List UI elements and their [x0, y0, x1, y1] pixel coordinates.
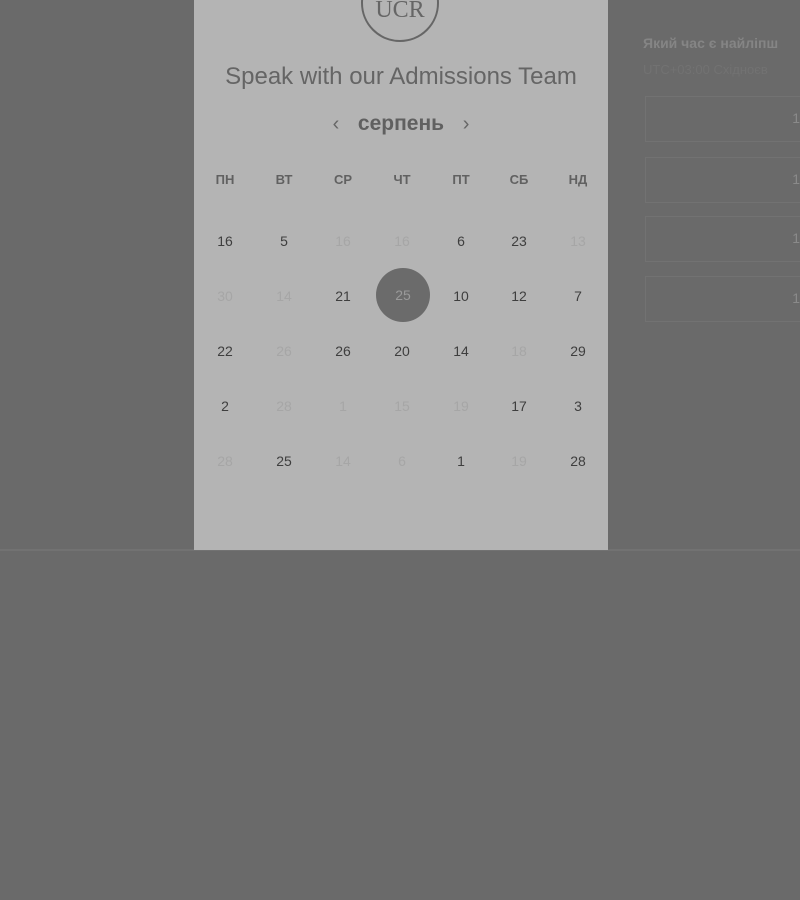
calendar-day[interactable]: 28 [558, 451, 598, 471]
weekday-label: ЧТ [393, 172, 411, 187]
calendar-day: 16 [335, 233, 351, 249]
calendar-day: 30 [217, 288, 233, 304]
calendar-title: Speak with our Admissions Team [225, 63, 577, 90]
calendar-day-selected[interactable]: 25 [383, 285, 423, 305]
weekday-label: ВТ [275, 172, 293, 187]
calendar-day[interactable]: 10 [441, 286, 481, 306]
calendar-day[interactable]: 26 [323, 341, 363, 361]
time-slot[interactable]: 1 [645, 157, 800, 203]
calendar-day: 14 [335, 453, 351, 469]
calendar-day: 1 [339, 398, 347, 414]
calendar-day[interactable]: 22 [205, 341, 245, 361]
time-slot[interactable]: 1 [645, 96, 800, 142]
calendar-day[interactable]: 2 [205, 396, 245, 416]
calendar-day: 26 [276, 343, 292, 359]
time-question: Який час є найліпш [643, 35, 779, 51]
calendar-day[interactable]: 6 [441, 231, 481, 251]
logo-text: UCR [375, 0, 425, 23]
calendar-day[interactable]: 12 [499, 286, 539, 306]
calendar-day: 19 [453, 398, 469, 414]
calendar-day[interactable]: 20 [382, 341, 422, 361]
calendar-day[interactable]: 5 [264, 231, 304, 251]
weekday-label: СБ [509, 172, 529, 187]
calendar-day: 16 [394, 233, 410, 249]
page: UCR Speak with our Admissions Team ‹ сер… [0, 0, 800, 900]
timezone-label[interactable]: UTC+03:00 Східноєв [643, 62, 768, 77]
time-slot-label: 1 [792, 110, 800, 126]
chevron-right-icon[interactable]: › [454, 114, 478, 134]
weekday-label: СР [333, 172, 353, 187]
calendar-day[interactable]: 14 [441, 341, 481, 361]
calendar-day[interactable]: 3 [558, 396, 598, 416]
calendar-day: 15 [394, 398, 410, 414]
calendar-day[interactable]: 1 [441, 451, 481, 471]
time-slot[interactable]: 1 [645, 276, 800, 322]
calendar-day[interactable]: 25 [264, 451, 304, 471]
calendar-day[interactable]: 16 [205, 231, 245, 251]
calendar-day: 28 [276, 398, 292, 414]
time-slot-label: 1 [792, 230, 800, 246]
calendar-day[interactable]: 17 [499, 396, 539, 416]
time-slot-label: 1 [792, 171, 800, 187]
weekday-label: ПТ [452, 172, 470, 187]
calendar-day: 6 [398, 453, 406, 469]
month-label: серпень [357, 112, 445, 135]
calendar-day: 13 [570, 233, 586, 249]
month-navigation: ‹ серпень › [194, 111, 608, 137]
time-slot-label: 1 [792, 290, 800, 306]
weekday-label: НД [568, 172, 588, 187]
calendar-day: 18 [511, 343, 527, 359]
calendar-day[interactable]: 7 [558, 286, 598, 306]
calendar-day[interactable]: 23 [499, 231, 539, 251]
weekday-label: ПН [215, 172, 235, 187]
calendar-day: 19 [511, 453, 527, 469]
time-slot[interactable]: 1 [645, 216, 800, 262]
calendar-day: 14 [276, 288, 292, 304]
calendar-day[interactable]: 29 [558, 341, 598, 361]
chevron-left-icon[interactable]: ‹ [324, 114, 348, 134]
calendar-day: 28 [217, 453, 233, 469]
calendar-day[interactable]: 21 [323, 286, 363, 306]
